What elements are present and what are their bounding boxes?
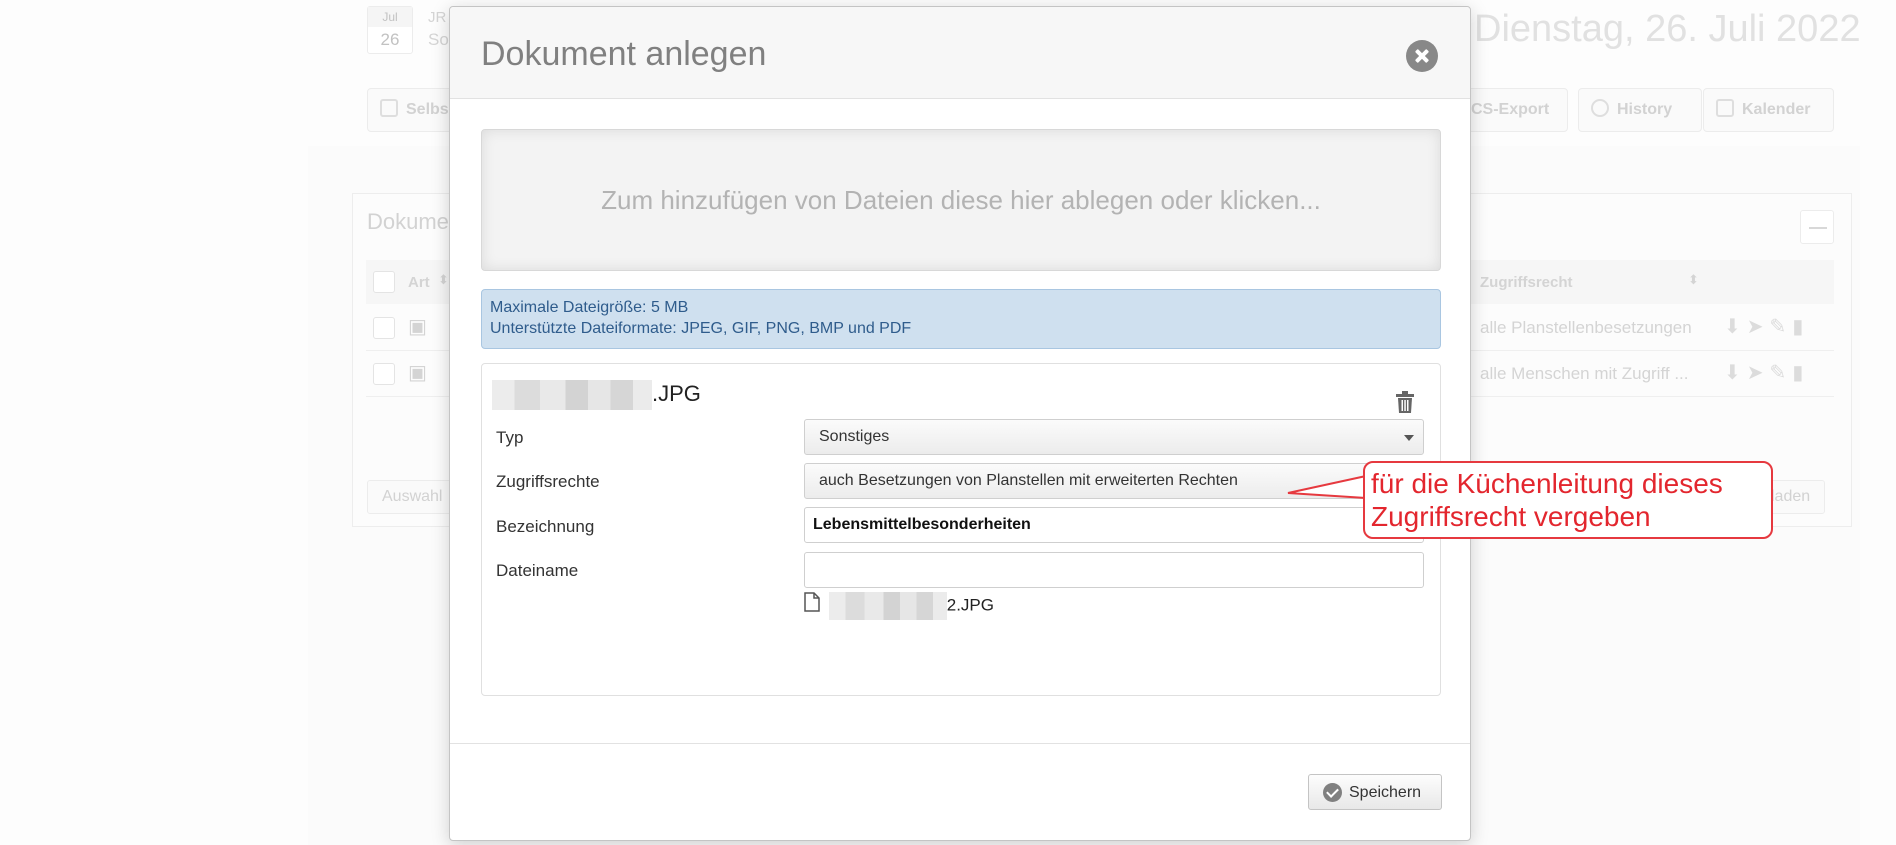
sort-icon[interactable]: ⬍	[1688, 272, 1699, 288]
select-all-checkbox[interactable]	[373, 271, 395, 293]
save-button-label: Speichern	[1349, 784, 1422, 801]
dateiname-label: Dateiname	[496, 561, 579, 580]
upload-info-box: Maximale Dateigröße: 5 MB Unterstützte D…	[481, 289, 1441, 349]
table-cell-zugriffsrecht: alle Menschen mit Zugriff ...	[1480, 364, 1689, 383]
close-icon[interactable]	[1406, 40, 1438, 72]
row-actions[interactable]: ⬇➤✎▮	[1724, 314, 1809, 339]
annotation-callout: für die Küchenleitung dieses Zugriffsrec…	[1363, 461, 1773, 539]
selection-button[interactable]: Auswahl	[367, 480, 458, 514]
redacted-filename	[492, 380, 652, 410]
dialog-footer-divider	[450, 743, 1470, 744]
max-file-size-text: Maximale Dateigröße: 5 MB	[490, 299, 689, 316]
calendar-icon	[1716, 99, 1734, 117]
typ-select[interactable]: Sonstiges	[804, 419, 1424, 455]
trash-icon[interactable]	[1396, 391, 1414, 413]
current-file-suffix: 2.JPG	[946, 595, 994, 615]
table-cell-zugriffsrecht: alle Planstellenbesetzungen	[1480, 318, 1692, 337]
create-document-dialog: Dokument anlegen Zum hinzufügen von Date…	[449, 6, 1471, 841]
dialog-title: Dokument anlegen	[481, 35, 767, 73]
header-fragment-bottom: So	[428, 30, 449, 49]
page-side-left	[0, 0, 308, 845]
self-button[interactable]: Selbs	[367, 88, 457, 132]
file-dropzone[interactable]: Zum hinzufügen von Dateien diese hier ab…	[481, 129, 1441, 271]
annotation-text-line-1: für die Küchenleitung dieses	[1371, 468, 1723, 499]
date-badge: Jul 26	[367, 6, 413, 54]
check-circle-icon	[1323, 783, 1342, 802]
image-icon: ▣	[408, 362, 427, 384]
typ-selected-value: Sonstiges	[819, 428, 890, 445]
callout-pointer	[1287, 475, 1367, 499]
bezeichnung-field[interactable]: Lebensmittelbesonderheiten	[804, 507, 1424, 543]
redacted-filename	[828, 592, 947, 620]
ics-export-button[interactable]: CS-Export	[1460, 88, 1568, 132]
file-extension: .JPG	[652, 380, 701, 406]
save-button[interactable]: Speichern	[1308, 774, 1442, 810]
file-title: .JPG	[492, 380, 701, 410]
history-icon	[1591, 99, 1609, 117]
row-checkbox[interactable]	[373, 363, 395, 385]
file-card: .JPG Typ Sonstiges Zugriffsrechte auch B…	[481, 363, 1441, 696]
column-header-art[interactable]: Art	[408, 274, 430, 291]
documents-panel-title: Dokume	[367, 209, 449, 234]
file-icon	[804, 592, 820, 613]
supported-formats-text: Unterstützte Dateiformate: JPEG, GIF, PN…	[490, 320, 912, 337]
row-actions[interactable]: ⬇➤✎▮	[1724, 360, 1809, 385]
chevron-down-icon	[1404, 435, 1414, 441]
date-badge-day: 26	[380, 30, 400, 49]
current-file-row: 2.JPG	[804, 592, 994, 620]
date-badge-month: Jul	[368, 7, 412, 27]
collapse-button[interactable]	[1800, 210, 1834, 244]
header-date: Dienstag, 26. Juli 2022	[1474, 8, 1861, 50]
typ-label: Typ	[496, 428, 524, 447]
dateiname-field[interactable]	[804, 552, 1424, 588]
dialog-header: Dokument anlegen	[450, 7, 1470, 99]
annotation-text-line-2: Zugriffsrecht vergeben	[1371, 501, 1651, 532]
column-header-zugriffsrecht[interactable]: Zugriffsrecht	[1480, 274, 1573, 291]
bezeichnung-label: Bezeichnung	[496, 517, 595, 536]
zugriffsrechte-label: Zugriffsrechte	[496, 472, 600, 491]
user-settings-icon	[380, 99, 398, 117]
sort-icon[interactable]: ⬍	[438, 272, 449, 288]
zugriffsrechte-selected-value: auch Besetzungen von Planstellen mit erw…	[819, 472, 1238, 489]
history-button[interactable]: History	[1578, 88, 1702, 132]
page-side-right	[1860, 0, 1896, 845]
row-checkbox[interactable]	[373, 317, 395, 339]
header-fragment-top: JR	[428, 9, 447, 26]
calendar-button[interactable]: Kalender	[1703, 88, 1834, 132]
image-icon: ▣	[408, 316, 427, 338]
